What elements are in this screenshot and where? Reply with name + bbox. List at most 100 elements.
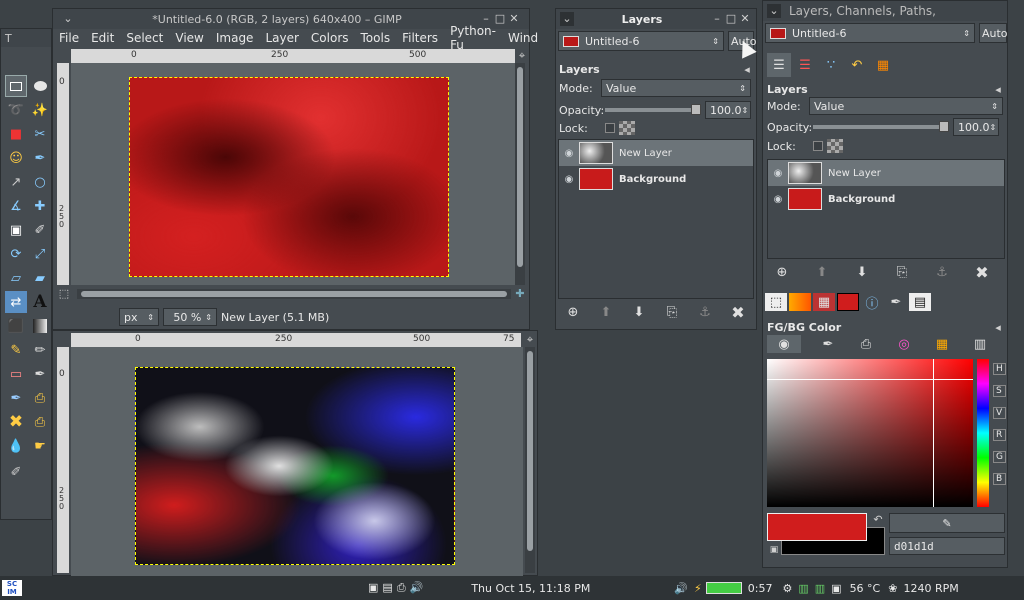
menu-image[interactable]: Image [210,31,260,45]
second-vertical-scrollbar[interactable] [525,347,535,573]
menu-filters[interactable]: Filters [396,31,444,45]
text-tool[interactable]: A [29,291,51,313]
canvas-area[interactable] [71,63,515,285]
channel-s[interactable]: S [993,385,1006,397]
perspective-clone-tool[interactable]: ⎙ [29,411,51,433]
scales-icon[interactable]: ▥ [969,335,991,353]
foreground-select-tool[interactable]: ☺ [5,147,27,169]
layer-row[interactable]: ◉ Background [559,166,753,192]
color-history-button[interactable]: ✎ [889,513,1005,533]
scissors-tool[interactable]: ✂ [29,123,51,145]
layer-row[interactable]: ◉ New Layer [559,140,753,166]
new-layer-icon[interactable]: ⊕ [562,303,584,321]
eye-icon[interactable]: ◉ [768,194,788,205]
channel-h[interactable]: H [993,363,1006,375]
zoom-select[interactable]: 50 % ⇕ [163,308,217,326]
tab-undo-icon[interactable]: ↶ [845,53,869,77]
tab-channels-icon[interactable]: ☰ [793,53,817,77]
close-icon[interactable]: ✕ [738,12,752,26]
horizontal-scrollbar[interactable] [77,289,511,299]
computer-icon[interactable]: ▤ [382,581,392,595]
perspective-tool[interactable]: ▰ [29,267,51,289]
duplicate-layer-icon[interactable]: ⎘ [661,303,683,321]
free-select-tool[interactable]: ➰ [5,99,27,121]
flip-tool[interactable]: ⇄ [5,291,27,313]
color-select-tool[interactable]: ■ [5,123,27,145]
dock-image-select[interactable]: Untitled-6 ⇕ [765,23,975,43]
menu-layer[interactable]: Layer [259,31,304,45]
tab-colormap-icon[interactable]: ▦ [871,53,895,77]
shear-tool[interactable]: ▱ [5,267,27,289]
layer-row[interactable]: ◉ Background [768,186,1004,212]
ink-tool[interactable]: ✒ [5,387,27,409]
tab-gradients-icon[interactable] [789,293,811,311]
layer-name[interactable]: Background [619,174,686,185]
tab-info-icon[interactable]: ⓘ [861,293,883,312]
tab-tool-options-icon[interactable]: ⬚ [765,293,787,311]
clock[interactable]: Thu Oct 15, 11:18 PM [471,582,590,595]
blur-tool[interactable]: 💧 [5,435,27,457]
volume-icon[interactable]: 🔊 [410,581,424,595]
tab-menu-icon[interactable]: ◂ [991,83,1005,97]
layer-row[interactable]: ◉ New Layer [768,160,1004,186]
eye-icon[interactable]: ◉ [559,174,579,185]
rotate-tool[interactable]: ⟳ [5,243,27,265]
channel-r[interactable]: R [993,429,1006,441]
mode-select[interactable]: Value ⇕ [601,79,751,97]
layer-name[interactable]: New Layer [619,148,672,159]
color-wheel-icon[interactable]: ◎ [893,335,915,353]
quick-mask-icon[interactable]: ⬚ [57,287,71,301]
power-icon[interactable]: ⚡ [694,582,702,595]
lower-layer-icon[interactable]: ⬇ [628,303,650,321]
eye-icon[interactable]: ◉ [768,168,788,179]
duplicate-layer-icon[interactable]: ⎘ [891,263,913,281]
bucket-fill-tool[interactable]: ⬛ [5,315,27,337]
menu-view[interactable]: View [169,31,209,45]
opacity-field[interactable]: 100.0 ⇕ [705,101,751,119]
window-menu-icon[interactable]: ⌄ [560,12,574,26]
navigate-icon[interactable]: ⌖ [523,333,537,347]
dock-opacity-slider[interactable] [813,121,949,132]
scale-tool[interactable]: ⤢ [29,243,51,265]
menu-wind[interactable]: Wind [502,31,544,45]
app-logo[interactable]: SC IM [2,580,22,596]
delete-layer-icon[interactable]: ✖ [727,303,749,322]
speaker-icon[interactable]: 🔊 [674,582,688,595]
rect-select-tool[interactable] [5,75,27,97]
menu-select[interactable]: Select [120,31,169,45]
tab-fonts-icon[interactable]: ▤ [909,293,931,311]
tab-menu-icon[interactable]: ◂ [991,321,1005,335]
pencil-tool[interactable]: ✎ [5,339,27,361]
smudge-tool[interactable]: ☛ [29,435,51,457]
delete-layer-icon[interactable]: ✖ [971,263,993,282]
fg-swatch[interactable] [767,513,867,541]
hue-strip[interactable] [977,359,989,507]
lock-alpha-icon[interactable] [619,121,635,135]
tab-menu-icon[interactable]: ◂ [740,63,754,77]
paths-tool[interactable]: ✒ [29,147,51,169]
crop-tool[interactable]: ✐ [29,219,51,241]
network-icon[interactable]: ▣ [368,581,378,595]
zoom-tool[interactable]: ○ [29,171,51,193]
swap-colors-icon[interactable]: ↶ [871,513,885,527]
dock-opacity-field[interactable]: 100.0 ⇕ [953,118,999,136]
window-menu-icon[interactable]: ⌄ [61,12,75,26]
measure-tool[interactable]: ∡ [5,195,27,217]
move-tool[interactable]: ✚ [29,195,51,217]
new-layer-icon[interactable]: ⊕ [771,263,793,281]
heal-tool[interactable]: ✖ [5,411,27,433]
eyedropper-icon[interactable]: ✒ [817,335,839,353]
tab-layers-icon[interactable]: ☰ [767,53,791,77]
color-picker-icon[interactable]: ◉ [767,335,801,353]
align-tool[interactable]: ▣ [5,219,27,241]
menu-colors[interactable]: Colors [305,31,355,45]
lock-pixels-checkbox[interactable] [605,123,615,133]
second-image-canvas[interactable] [135,367,455,565]
navigate-icon[interactable]: ⌖ [515,49,529,63]
channel-g[interactable]: G [993,451,1006,463]
image-canvas[interactable] [129,77,449,277]
maximize-icon[interactable]: □ [724,12,738,26]
opacity-slider[interactable] [605,104,701,115]
second-canvas-area[interactable] [71,347,523,577]
channel-v[interactable]: V [993,407,1006,419]
